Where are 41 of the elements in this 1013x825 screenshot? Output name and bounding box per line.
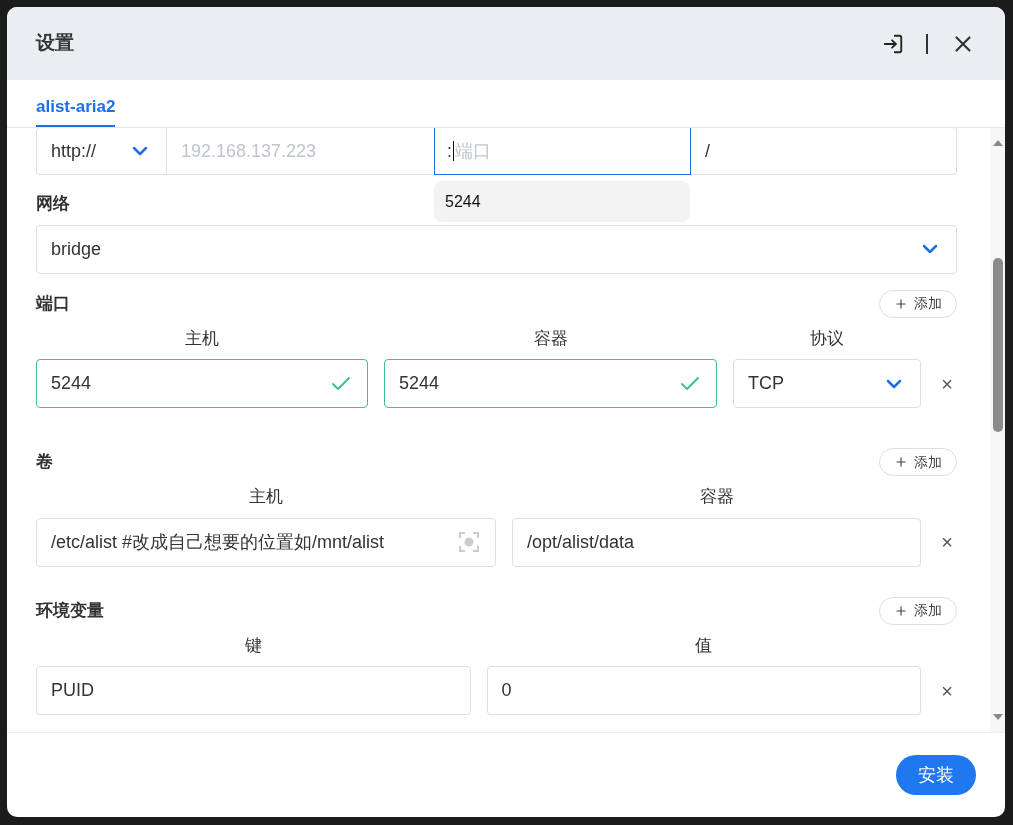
add-button[interactable]: 添加 (879, 289, 957, 318)
install-button[interactable]: 安装 (896, 755, 976, 795)
host-input[interactable]: 192.168.137.223 (167, 128, 434, 175)
section-label: 端口 (36, 292, 70, 315)
plus-icon (894, 455, 908, 469)
remove-button[interactable]: × (937, 373, 957, 394)
dialog-title: 设置 (36, 31, 75, 56)
suggestion-item[interactable]: 5244 (434, 181, 690, 222)
add-button[interactable]: 添加 (879, 448, 957, 476)
host-path-field[interactable]: /etc/alist #改成自己想要的位置如/mnt/alist (36, 517, 496, 567)
arrow-up-icon[interactable] (992, 140, 1003, 146)
scroll-thumb[interactable] (992, 258, 1003, 432)
section-label: 环境变量 (36, 599, 104, 622)
port-input[interactable]: : 端口 (434, 128, 691, 175)
value-field[interactable]: 0 (486, 666, 921, 715)
column-header: 主机 (248, 486, 284, 508)
add-button[interactable]: 添加 (879, 596, 957, 625)
column-header: 值 (694, 634, 714, 657)
host-port-field[interactable]: 5244 (36, 359, 368, 408)
container-port-field[interactable]: 5244 (384, 359, 717, 408)
plus-icon (894, 603, 908, 618)
section-label: 卷 (36, 451, 53, 474)
network-select[interactable]: bridge (36, 224, 957, 274)
scheme-select[interactable]: http:// (36, 128, 167, 175)
remove-button[interactable]: × (937, 532, 957, 552)
remove-button[interactable]: × (937, 680, 957, 701)
path-input[interactable]: / (691, 128, 957, 175)
arrow-down-icon[interactable] (992, 714, 1003, 720)
section-label: 网络 (36, 194, 70, 213)
column-header: 协议 (809, 327, 845, 350)
column-header: 键 (243, 634, 263, 657)
tab[interactable]: alist-aria2 (36, 93, 116, 127)
column-header: 容器 (532, 327, 569, 350)
plus-icon (894, 296, 908, 311)
login-icon[interactable] (882, 32, 904, 55)
scrollbar[interactable] (990, 128, 1005, 732)
key-field[interactable]: PUID (36, 666, 471, 715)
column-header: 容器 (698, 486, 735, 508)
column-header: 主机 (184, 327, 220, 350)
protocol-select[interactable]: TCP (733, 359, 921, 408)
container-path-field[interactable]: /opt/alist/data (512, 517, 921, 567)
